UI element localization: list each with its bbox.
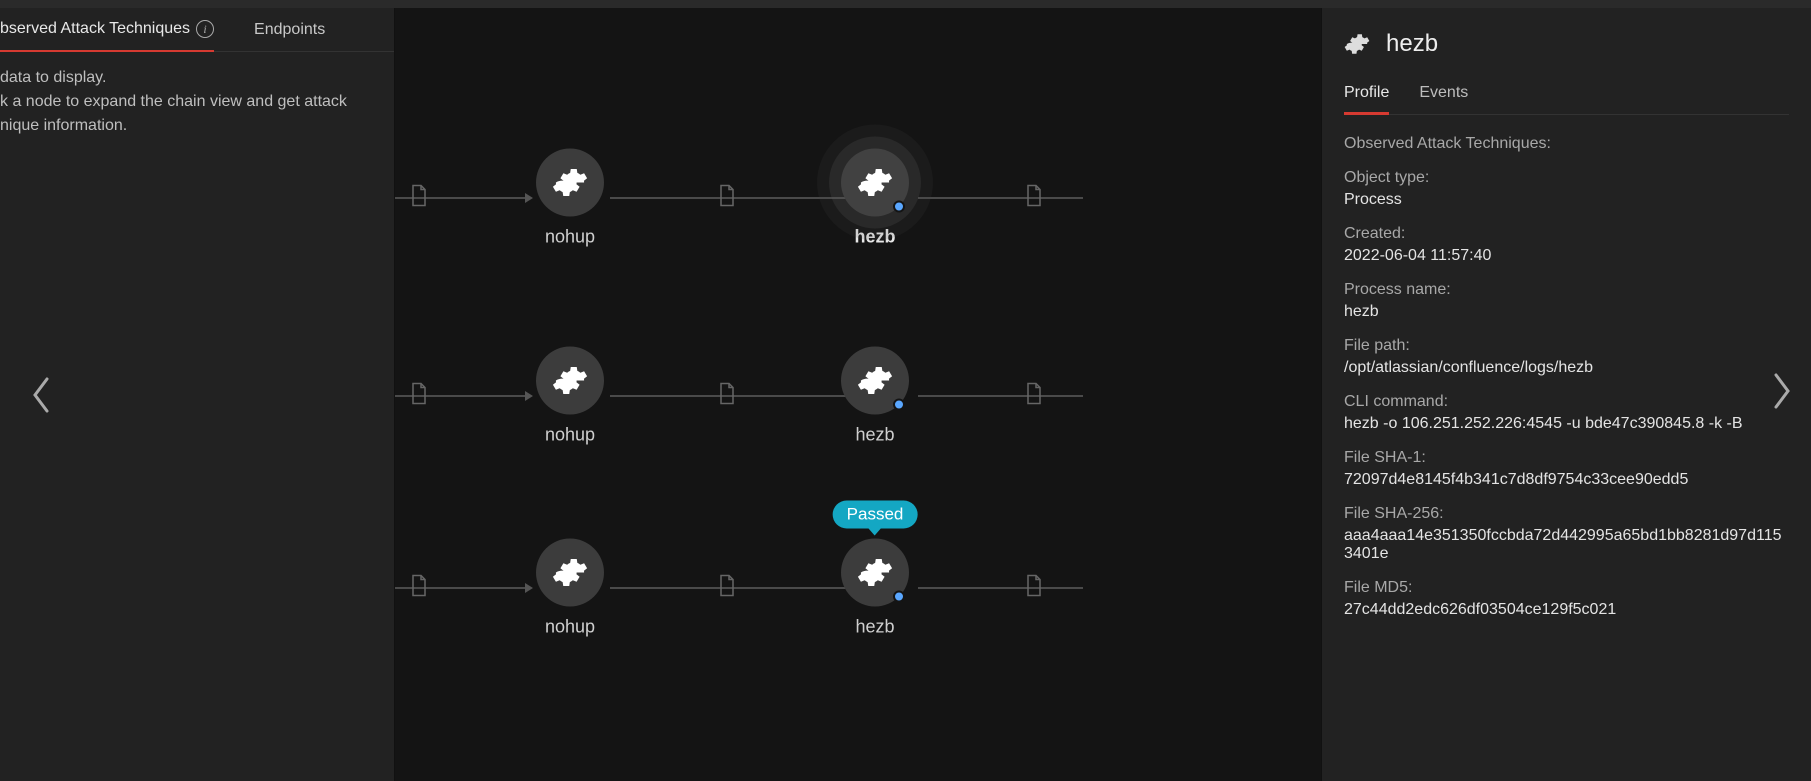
detail-panel: hezb Profile Events Observed Attack Tech… <box>1321 8 1811 781</box>
field-value: hezb <box>1344 303 1789 321</box>
file-icon <box>1025 575 1043 602</box>
empty-message-line: data to display. <box>0 66 394 90</box>
process-node-hezb[interactable]: hezb <box>841 347 909 446</box>
file-icon <box>1025 185 1043 212</box>
gear-icon <box>1344 31 1370 57</box>
graph-row: nohup hezb <box>395 326 1321 466</box>
node-label: nohup <box>545 617 595 638</box>
next-button[interactable] <box>1759 369 1803 413</box>
gear-icon <box>857 363 893 399</box>
field-value: hezb -o 106.251.252.226:4545 -u bde47c39… <box>1344 415 1789 433</box>
node-label: hezb <box>855 425 894 446</box>
gear-icon <box>552 363 588 399</box>
status-dot <box>893 201 905 213</box>
node-label: nohup <box>545 425 595 446</box>
file-icon <box>718 185 736 212</box>
info-icon[interactable]: i <box>196 20 214 38</box>
field-value: 2022-06-04 11:57:40 <box>1344 247 1789 265</box>
field-md5: File MD5: 27c44dd2edc626df03504ce129f5c0… <box>1344 579 1789 619</box>
graph-row: nohup Passed hezb <box>395 518 1321 658</box>
field-value: /opt/atlassian/confluence/logs/hezb <box>1344 359 1789 377</box>
node-label: hezb <box>854 227 895 248</box>
graph-row: nohup hezb <box>395 128 1321 268</box>
field-value: Process <box>1344 191 1789 209</box>
detail-tabs: Profile Events <box>1344 84 1789 115</box>
process-node-hezb[interactable]: hezb <box>841 149 909 248</box>
field-sha1: File SHA-1: 72097d4e8145f4b341c7d8df9754… <box>1344 449 1789 489</box>
field-label: Observed Attack Techniques: <box>1344 135 1789 153</box>
gear-icon <box>857 165 893 201</box>
left-panel-content: data to display. k a node to expand the … <box>0 52 394 138</box>
field-label: File MD5: <box>1344 579 1789 597</box>
field-value: 72097d4e8145f4b341c7d8df9754c33cee90edd5 <box>1344 471 1789 489</box>
tab-events[interactable]: Events <box>1419 84 1468 114</box>
status-dot <box>893 591 905 603</box>
field-label: File SHA-256: <box>1344 505 1789 523</box>
left-panel: bserved Attack Techniques i Endpoints da… <box>0 8 395 781</box>
file-icon <box>718 575 736 602</box>
field-value: 27c44dd2edc626df03504ce129f5c021 <box>1344 601 1789 619</box>
file-icon <box>1025 383 1043 410</box>
process-node-nohup[interactable]: nohup <box>536 149 604 248</box>
empty-message-line: k a node to expand the chain view and ge… <box>0 90 394 114</box>
file-icon <box>410 383 428 410</box>
field-label: Created: <box>1344 225 1789 243</box>
field-label: File path: <box>1344 337 1789 355</box>
tab-label: bserved Attack Techniques <box>0 20 190 38</box>
prev-button[interactable] <box>20 373 64 417</box>
field-label: CLI command: <box>1344 393 1789 411</box>
field-object-type: Object type: Process <box>1344 169 1789 209</box>
detail-fields: Observed Attack Techniques: Object type:… <box>1344 135 1789 619</box>
field-cli-command: CLI command: hezb -o 106.251.252.226:454… <box>1344 393 1789 433</box>
tab-profile[interactable]: Profile <box>1344 84 1389 115</box>
process-node-nohup[interactable]: nohup <box>536 347 604 446</box>
empty-message-line: nique information. <box>0 114 394 138</box>
chevron-right-icon <box>1770 373 1792 409</box>
gear-icon <box>552 555 588 591</box>
tab-endpoints[interactable]: Endpoints <box>254 20 325 51</box>
detail-title-text: hezb <box>1386 30 1438 58</box>
tab-observed-attack-techniques[interactable]: bserved Attack Techniques i <box>0 20 214 52</box>
left-panel-tabs: bserved Attack Techniques i Endpoints <box>0 8 394 52</box>
gear-icon <box>552 165 588 201</box>
gear-icon <box>857 555 893 591</box>
status-badge: Passed <box>833 501 918 529</box>
detail-title: hezb <box>1344 30 1789 58</box>
node-label: hezb <box>855 617 894 638</box>
field-process-name: Process name: hezb <box>1344 281 1789 321</box>
process-node-hezb[interactable]: Passed hezb <box>841 539 909 638</box>
process-node-nohup[interactable]: nohup <box>536 539 604 638</box>
field-created: Created: 2022-06-04 11:57:40 <box>1344 225 1789 265</box>
field-sha256: File SHA-256: aaa4aaa14e351350fccbda72d4… <box>1344 505 1789 563</box>
file-icon <box>410 575 428 602</box>
field-label: Object type: <box>1344 169 1789 187</box>
field-value: aaa4aaa14e351350fccbda72d442995a65bd1bb8… <box>1344 527 1789 563</box>
status-dot <box>893 399 905 411</box>
field-label: File SHA-1: <box>1344 449 1789 467</box>
file-icon <box>410 185 428 212</box>
tab-label: Endpoints <box>254 21 325 39</box>
file-icon <box>718 383 736 410</box>
process-graph[interactable]: nohup hezb <box>395 8 1321 781</box>
node-label: nohup <box>545 227 595 248</box>
chevron-left-icon <box>31 377 53 413</box>
field-label: Process name: <box>1344 281 1789 299</box>
field-file-path: File path: /opt/atlassian/confluence/log… <box>1344 337 1789 377</box>
field-observed-attack-techniques: Observed Attack Techniques: <box>1344 135 1789 153</box>
